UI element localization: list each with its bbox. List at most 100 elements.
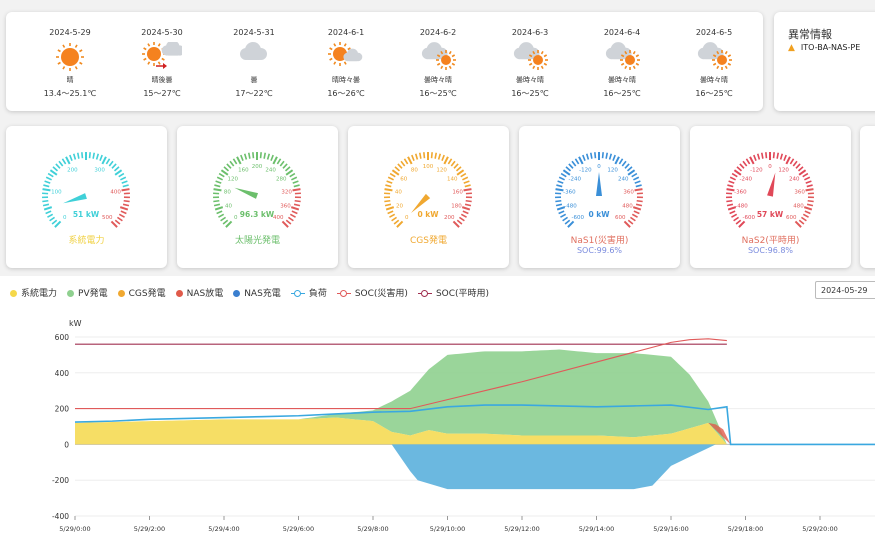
x-tick-label: 5/29/18:00: [728, 525, 764, 533]
gauge-tick: [733, 216, 740, 222]
gauge-tick-label: 140: [447, 176, 458, 182]
gauge-tick: [441, 154, 445, 161]
gauge-tick: [418, 152, 422, 159]
gauge-tick: [119, 206, 129, 211]
gauge-tick: [384, 203, 392, 207]
gauge-tick: [434, 152, 438, 159]
gauge-tick: [247, 152, 251, 159]
weather-day: 2024-5-29 晴 13.4～25.1℃: [24, 12, 116, 111]
x-tick-label: 5/29/10:00: [430, 525, 466, 533]
gauge-tick-label: -480: [735, 203, 748, 209]
weather-condition: 曇: [250, 76, 258, 84]
gauge-tick-label: 0: [63, 215, 67, 221]
gauge-dial: -600 -480 -360 -240 -120 0 120240 360 480 60057 k…: [725, 152, 815, 228]
gauge-tick: [736, 166, 743, 172]
gauge-tick-label: 400: [110, 189, 121, 195]
gauge-tick: [285, 219, 292, 225]
gauge-tick: [574, 158, 580, 165]
gauge-tick-label: 0: [234, 215, 238, 221]
gauge-tick: [252, 152, 255, 159]
gauge-tick: [259, 152, 262, 159]
gauge-tick: [387, 176, 394, 181]
gauge-tick: [113, 166, 120, 172]
gauge-tick: [122, 184, 129, 188]
gauge-tick: [294, 199, 301, 203]
gauge-tick-label: 600: [615, 215, 626, 221]
gauge-tick-label: 360: [280, 203, 291, 209]
gauge-tick: [272, 156, 278, 165]
gauge-tick: [798, 169, 807, 176]
y-tick-label: -200: [52, 476, 69, 485]
gauge-tick: [742, 160, 748, 167]
gauge-tick: [214, 184, 221, 188]
alert-item[interactable]: ▲ ITO-BA-NAS-PE: [788, 43, 860, 53]
gauge-tick: [61, 158, 67, 165]
gauge-tick: [120, 176, 127, 181]
gauge-tick: [802, 172, 809, 178]
gauge-tick: [794, 220, 802, 228]
gauge-card: -600 -480 -360 -240 -120 0 120 240 360 480 600 57 k…: [690, 126, 851, 268]
gauge-tick-label: -120: [579, 167, 592, 173]
gauge-tick: [798, 219, 805, 225]
gauge-tick-label: 240: [265, 167, 276, 173]
gauge-tick: [276, 158, 282, 165]
gauge-tick: [292, 180, 299, 184]
gauge-tick: [118, 172, 125, 178]
gauge-tick-label: 200: [67, 167, 78, 173]
gauge-tick: [456, 219, 463, 225]
gauge-tick: [414, 153, 419, 160]
gauge-tick: [726, 203, 734, 207]
weather-day: 2024-6-1 晴時々曇 16～26℃: [300, 12, 392, 111]
gauge-tick: [290, 206, 300, 211]
gauge-tick: [462, 176, 469, 181]
gauge-tick-label: 20: [396, 203, 403, 209]
gauge-tick-label: -360: [734, 189, 747, 195]
gauge-tick: [266, 153, 271, 160]
gauge-tick: [565, 166, 572, 172]
gauge-tick: [430, 152, 433, 159]
gauge-tick: [111, 163, 117, 169]
gauge-tick-label: 200: [444, 215, 455, 221]
gauge-dial: 020 40 60 80 100120140 160 180 200 0 kW: [383, 152, 473, 228]
gauge-tick: [42, 203, 50, 207]
cloud-shape: [161, 42, 182, 56]
gauge-tick: [629, 216, 636, 222]
gauge-tick: [739, 163, 745, 169]
weather-date: 2024-6-2: [419, 28, 457, 37]
gauge-tick: [805, 180, 812, 184]
gauge-value: 57 kW: [757, 210, 784, 219]
gauge-tick: [423, 152, 426, 159]
weather-forecast-panel: 2024-5-29 晴 13.4～25.1℃ 2024-5-30 晴後曇 15～27℃ 20…: [6, 12, 763, 111]
gauge-tick: [88, 152, 91, 159]
x-tick-label: 5/29/12:00: [504, 525, 540, 533]
sun-then-cloud-icon: [142, 42, 182, 69]
gauge-tick: [58, 160, 64, 167]
gauge-tick: [618, 158, 624, 165]
gauge-tick: [455, 166, 462, 172]
weather-condition: 曇時々晴: [516, 76, 544, 84]
gauge-tick: [731, 172, 738, 178]
gauge-tick: [65, 156, 71, 165]
weather-temperature: 16～25℃: [511, 89, 549, 98]
sun-shape: [142, 42, 166, 66]
gauge-card: 0 100 200 300 400 500 51 kW 系統電力: [6, 126, 167, 268]
gauge-tick: [631, 172, 638, 178]
gauge-tick: [582, 154, 586, 161]
gauge-tick: [95, 153, 100, 160]
weather-date: 2024-6-5: [695, 28, 733, 37]
gauge-tick: [394, 166, 401, 172]
gauge-tick: [216, 176, 223, 181]
gauge-tick-label: 40: [225, 203, 232, 209]
gauge-tick: [51, 219, 58, 225]
gauge-tick: [76, 152, 80, 159]
y-axis-label: kW: [69, 319, 82, 328]
gauge-tick: [289, 213, 296, 218]
gauge-tick: [215, 180, 222, 184]
gauge-tick: [560, 172, 567, 178]
gauge-tick: [43, 184, 50, 188]
gauge-label: NaS2(平時用): [741, 236, 800, 246]
gauge-tick: [108, 160, 114, 167]
gauge-tick: [54, 220, 62, 228]
gauge-tick-label: 360: [794, 189, 805, 195]
gauge-tick: [804, 176, 811, 181]
